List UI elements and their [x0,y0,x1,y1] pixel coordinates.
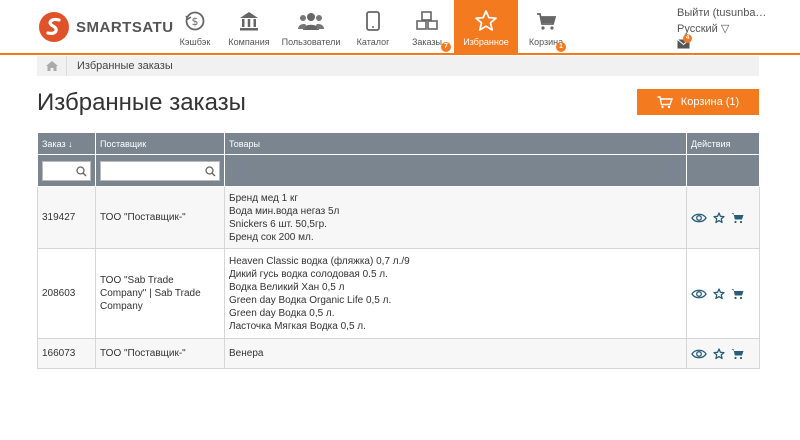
row-actions [686,248,760,339]
svg-text:$: $ [192,15,199,28]
nav-orders[interactable]: Заказы 7 [400,0,454,55]
nav-cashback[interactable]: $ Кэшбэк [168,0,222,55]
breadcrumb-current: Избранные заказы [77,60,173,72]
column-header-order[interactable]: Заказ ↓ [37,132,96,155]
nav-cart[interactable]: Корзина 1 [518,0,574,55]
brand-name: SMARTSATU [76,18,174,36]
nav-label: Заказы [411,37,443,47]
main-nav: $ Кэшбэк Компания Пользователи Каталог З… [168,0,574,55]
column-header-goods: Товары [224,132,687,155]
supplier-name: ТОО "Поставщик-" [95,186,225,249]
supplier-name: ТОО "Поставщик-" [95,338,225,369]
breadcrumb: Избранные заказы [37,56,759,76]
order-number: 208603 [37,248,96,339]
star-icon[interactable] [713,211,725,224]
nav-label: Пользователи [281,37,341,47]
star-icon[interactable] [713,347,725,360]
supplier-filter-input[interactable] [100,160,220,181]
row-actions [686,338,760,369]
page-title: Избранные заказы [37,89,246,116]
favorites-table: Заказ ↓ Поставщик Товары Действия 319427… [37,132,760,369]
orders-badge: 7 [441,42,451,52]
column-header-actions: Действия [686,132,760,155]
goods-item: Дикий гусь водка солодовая 0.5 л. [229,268,388,280]
logo-mark-icon [39,12,69,42]
supplier-name: ТОО "Sab Trade Company" | Sab Trade Comp… [95,248,225,339]
table-row: 166073 ТОО "Поставщик-" Венера [37,338,760,369]
goods-item: Бренд сок 200 мл. [229,231,314,243]
tablet-icon [360,8,386,34]
goods-item: Вода мин.вода негаз 5л [229,205,340,217]
top-navbar: SMARTSATU $ Кэшбэк Компания Пользователи… [0,0,800,55]
logout-link[interactable]: Выйти (tusunba… [677,5,800,21]
mail-badge: 4 [683,34,692,43]
goods-list: Венера [224,338,687,369]
nav-favorites[interactable]: Избранное [454,0,518,55]
mail-button[interactable]: 4 [677,34,692,51]
users-icon [298,8,324,34]
column-header-supplier: Поставщик [95,132,225,155]
goods-item: Heaven Classic водка (фляжка) 0,7 л./9 [229,255,410,267]
add-to-cart-icon[interactable] [731,212,744,224]
cart-icon [657,95,673,108]
nav-company[interactable]: Компания [222,0,276,55]
goods-item: Snickers 6 шт. 50,5гр. [229,218,327,230]
language-select[interactable]: Русский ▽ [677,21,800,37]
cart-button[interactable]: Корзина (1) [637,89,759,115]
table-row: 208603 ТОО "Sab Trade Company" | Sab Tra… [37,248,760,339]
bank-icon [236,8,262,34]
cart-button-label: Корзина (1) [680,96,740,108]
goods-item: Ласточка Мягкая Водка 0,5 л. [229,320,366,332]
goods-item: Бренд мед 1 кг [229,192,299,204]
supplier-filter-cell [95,154,225,187]
goods-item: Венера [229,348,264,359]
nav-label: Избранное [463,37,509,47]
actions-filter-cell [686,154,760,187]
add-to-cart-icon[interactable] [731,288,744,300]
cubes-icon [414,8,440,34]
logo[interactable]: SMARTSATU [38,11,174,43]
row-actions [686,186,760,249]
cashback-icon: $ [182,8,208,34]
order-filter-cell [37,154,96,187]
goods-item: Водка Великий Хан 0,5 л [229,281,345,293]
view-icon[interactable] [691,212,707,224]
star-icon [473,8,499,34]
nav-label: Компания [228,37,270,47]
goods-item: Green day Водка Organic Life 0,5 л. [229,294,392,306]
goods-item: Green day Водка 0,5 л. [229,307,335,319]
view-icon[interactable] [691,348,707,360]
home-icon[interactable] [37,56,67,76]
search-icon [76,165,87,176]
nav-label: Каталог [356,37,390,47]
add-to-cart-icon[interactable] [731,348,744,360]
goods-filter-cell [224,154,687,187]
order-number: 166073 [37,338,96,369]
user-area: Выйти (tusunba… Русский ▽ 4 [677,5,800,51]
order-number: 319427 [37,186,96,249]
star-icon[interactable] [713,287,725,300]
goods-list: Бренд мед 1 кг Вода мин.вода негаз 5л Sn… [224,186,687,249]
view-icon[interactable] [691,288,707,300]
goods-list: Heaven Classic водка (фляжка) 0,7 л./9 Д… [224,248,687,339]
nav-label: Кэшбэк [179,37,211,47]
nav-catalog[interactable]: Каталог [346,0,400,55]
search-icon [205,165,216,176]
order-filter-input[interactable] [42,160,91,181]
table-row: 319427 ТОО "Поставщик-" Бренд мед 1 кг В… [37,186,760,249]
cart-icon [533,8,559,34]
nav-users[interactable]: Пользователи [276,0,346,55]
cart-badge: 1 [556,42,566,52]
